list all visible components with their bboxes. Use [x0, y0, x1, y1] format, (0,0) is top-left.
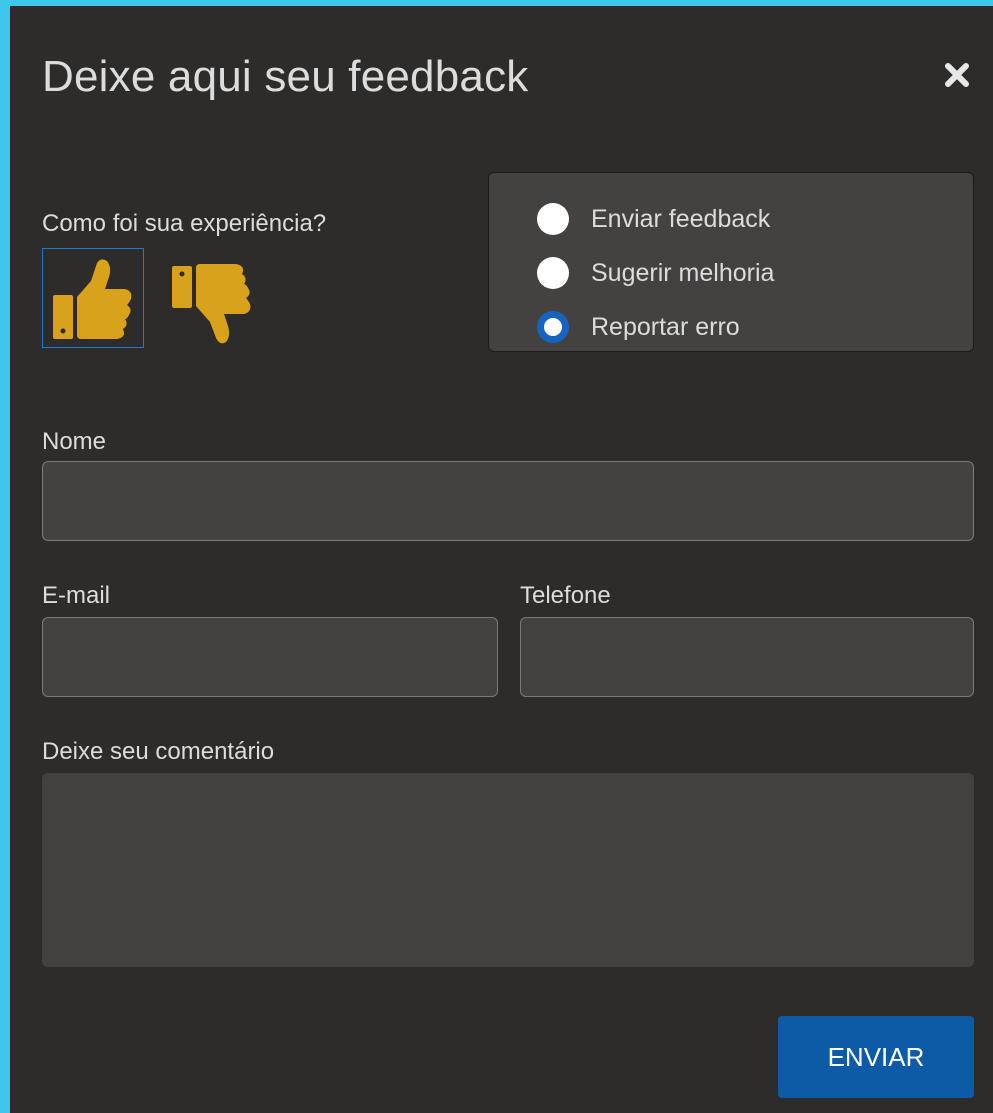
email-label: E-mail — [42, 582, 111, 609]
comment-textarea[interactable] — [42, 773, 974, 967]
radio-label: Sugerir melhoria — [591, 258, 775, 287]
experience-question: Como foi sua experiência? — [42, 210, 327, 237]
radio-suggest-improvement[interactable]: Sugerir melhoria — [537, 253, 774, 293]
email-input[interactable] — [42, 617, 498, 697]
name-label: Nome — [42, 428, 107, 455]
close-button[interactable] — [944, 62, 970, 88]
modal-title: Deixe aqui seu feedback — [42, 52, 529, 101]
thumbs-down-icon — [172, 264, 251, 344]
close-icon — [945, 63, 969, 87]
feedback-type-group: Enviar feedback Sugerir melhoria Reporta… — [488, 172, 974, 352]
radio-button-checked-icon[interactable] — [537, 311, 569, 343]
name-input[interactable] — [42, 461, 974, 541]
comment-label: Deixe seu comentário — [42, 738, 275, 765]
radio-button-icon[interactable] — [537, 203, 569, 235]
phone-label: Telefone — [520, 582, 611, 609]
dislike-button[interactable] — [170, 264, 260, 346]
phone-input[interactable] — [520, 617, 974, 697]
radio-label: Enviar feedback — [591, 204, 771, 233]
radio-label: Reportar erro — [591, 312, 740, 341]
radio-report-error[interactable]: Reportar erro — [537, 307, 740, 347]
radio-button-icon[interactable] — [537, 257, 569, 289]
radio-send-feedback[interactable]: Enviar feedback — [537, 199, 770, 239]
like-button[interactable] — [42, 248, 144, 348]
feedback-modal: Deixe aqui seu feedback Como foi sua exp… — [0, 0, 993, 1113]
thumbs-up-icon — [53, 259, 132, 339]
submit-button[interactable]: ENVIAR — [778, 1016, 974, 1098]
